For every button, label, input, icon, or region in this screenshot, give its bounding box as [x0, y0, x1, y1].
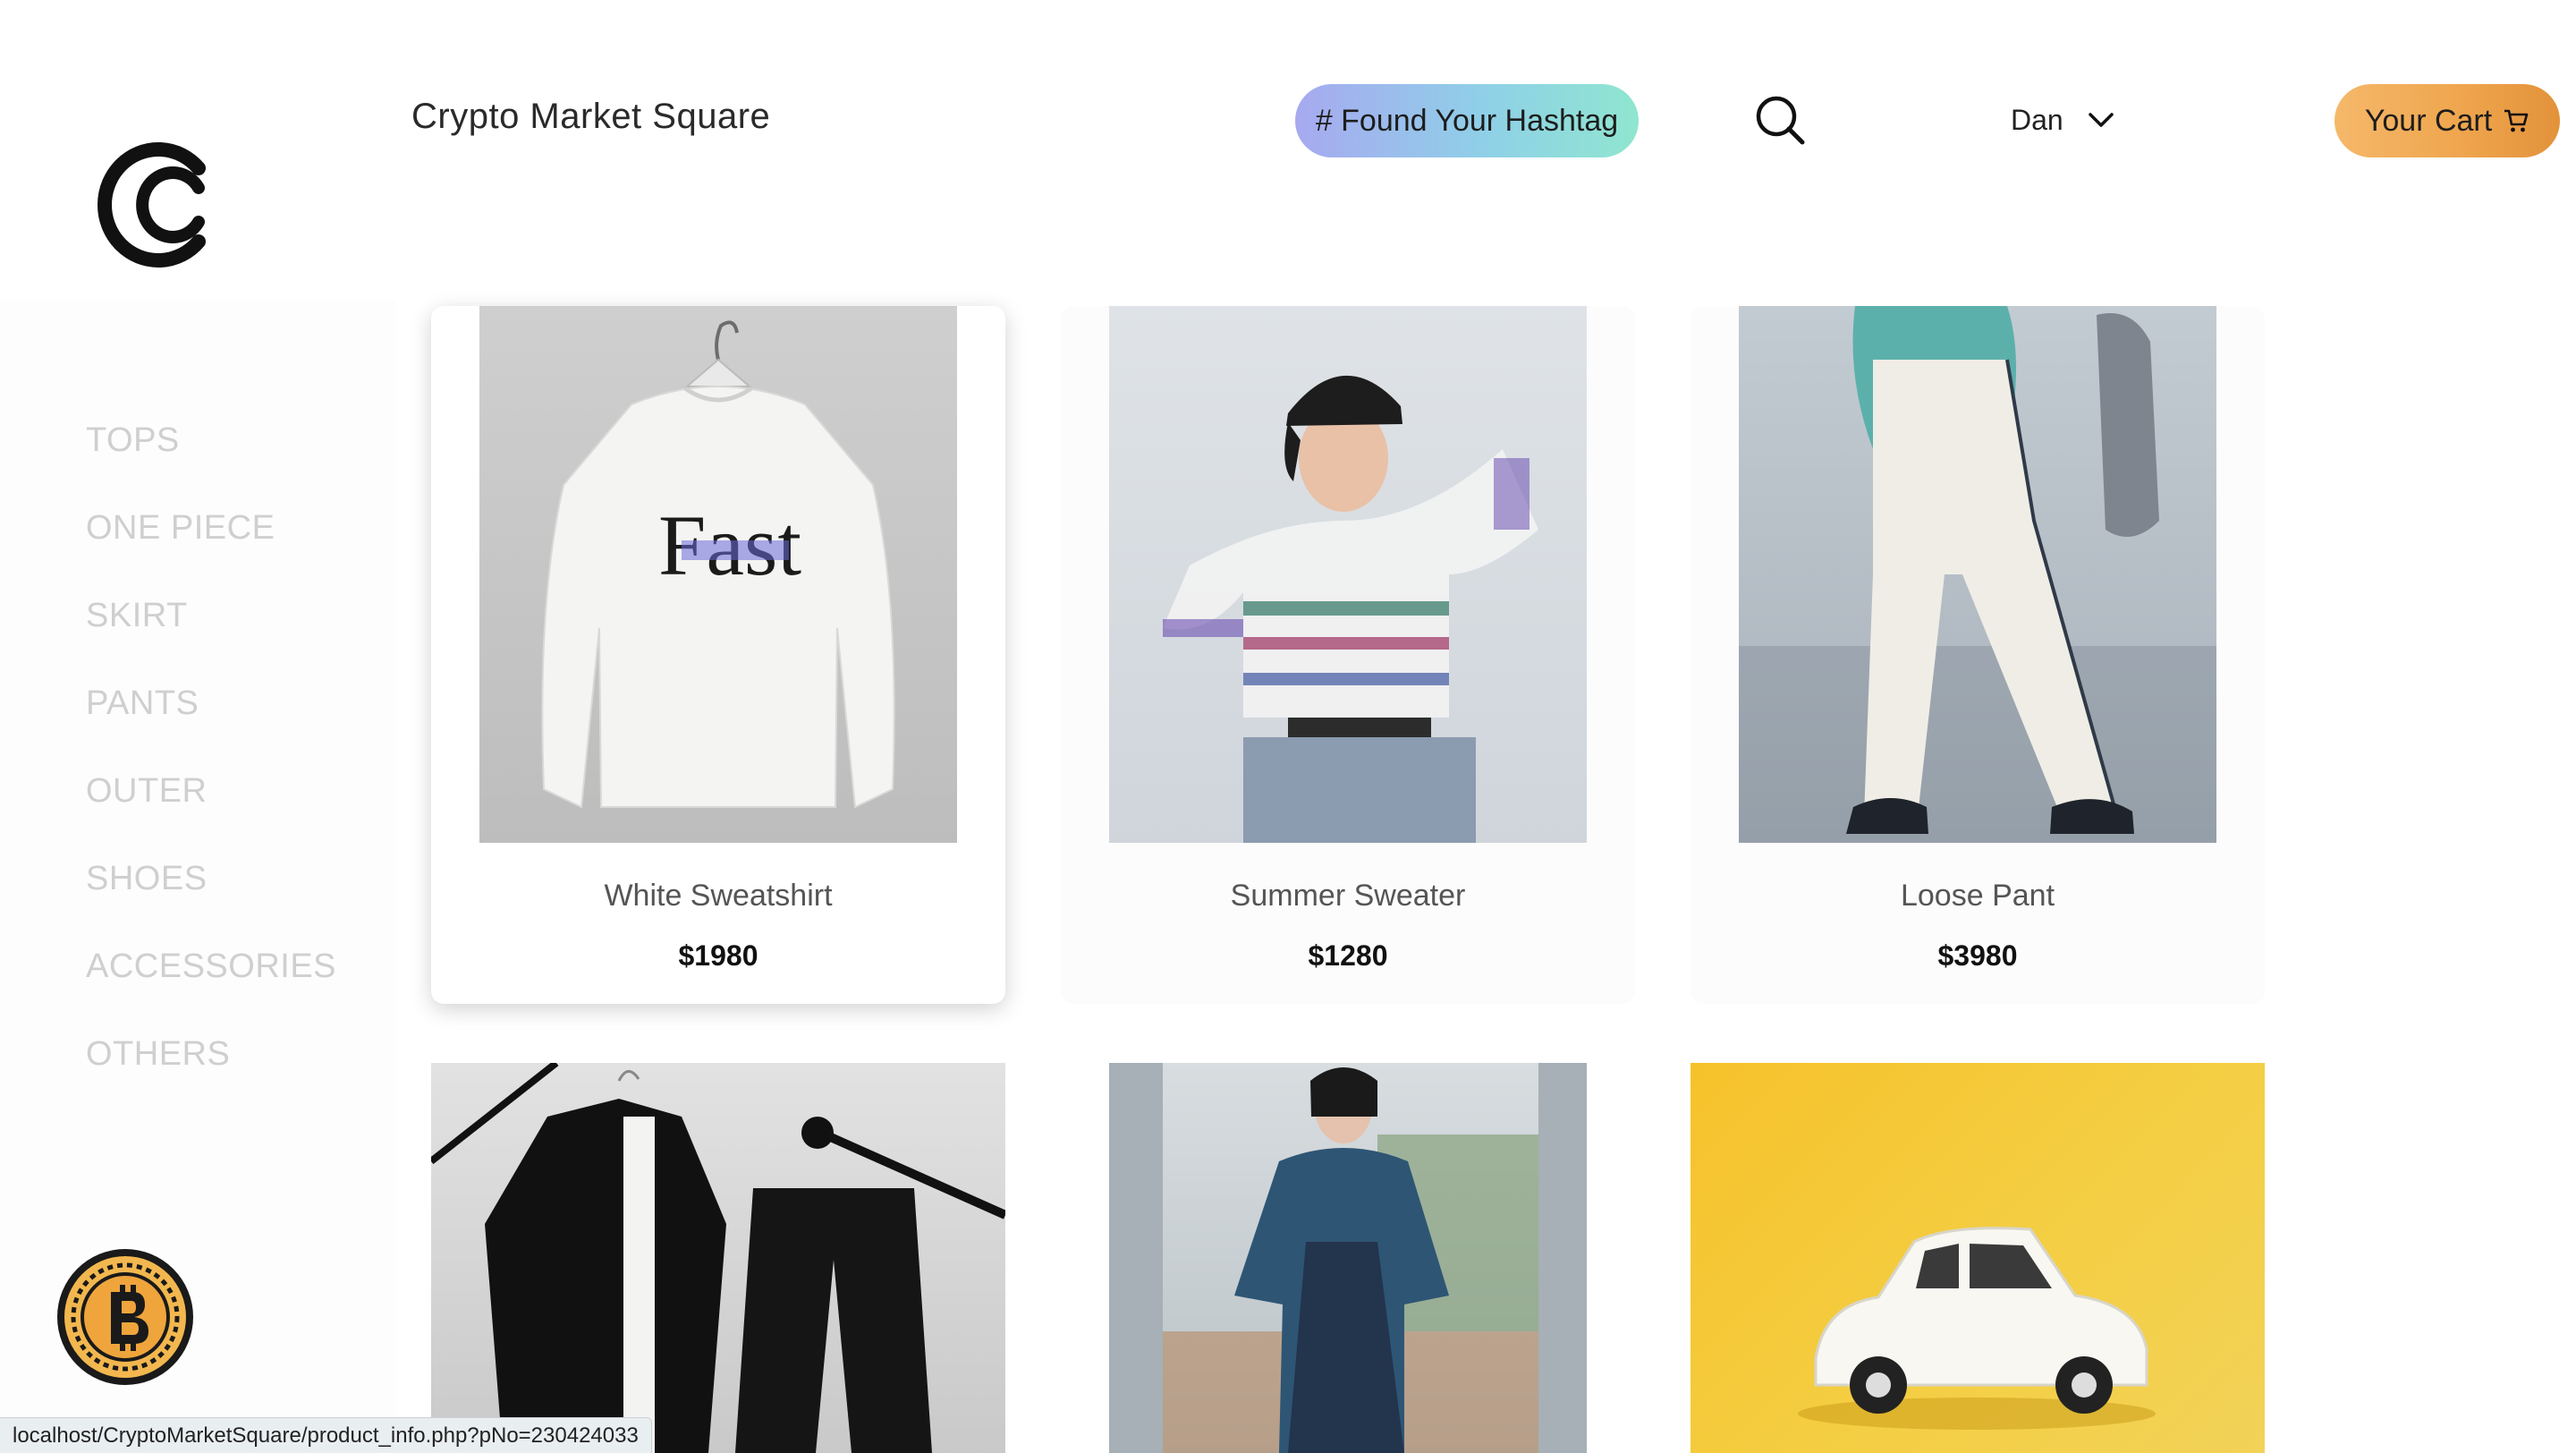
product-image-white-sweatshirt[interactable]: Fast	[479, 306, 957, 843]
product-name: Loose Pant	[1900, 879, 2055, 913]
user-name: Dan	[2011, 103, 2063, 136]
product-card[interactable]: Fast White Sweatshirt $1980	[431, 306, 1005, 1004]
product-image-blue-dress[interactable]	[1109, 1063, 1587, 1453]
product-name: Summer Sweater	[1230, 879, 1466, 913]
category-skirt[interactable]: SKIRT	[86, 594, 336, 682]
category-list: TOPS ONE PIECE SKIRT PANTS OUTER SHOES A…	[86, 419, 336, 1120]
category-one-piece[interactable]: ONE PIECE	[86, 506, 336, 594]
product-image-toy-car[interactable]	[1690, 1063, 2265, 1453]
search-icon[interactable]	[1753, 93, 1807, 147]
category-outer[interactable]: OUTER	[86, 769, 336, 857]
product-card[interactable]: Summer Sweater $1280	[1061, 306, 1635, 1004]
cart-button[interactable]: Your Cart	[2334, 84, 2560, 157]
link-status-bar: localhost/CryptoMarketSquare/product_inf…	[0, 1417, 652, 1453]
category-tops[interactable]: TOPS	[86, 419, 336, 506]
product-image-loose-pant[interactable]	[1739, 306, 2216, 843]
product-image-black-set[interactable]	[431, 1063, 1005, 1453]
brand-title[interactable]: Crypto Market Square	[411, 97, 770, 137]
category-pants[interactable]: PANTS	[86, 682, 336, 769]
category-others[interactable]: OTHERS	[86, 1032, 336, 1120]
cart-button-label: Your Cart	[2364, 103, 2493, 138]
product-price: $1980	[678, 939, 758, 972]
product-price: $3980	[1937, 939, 2018, 972]
cart-icon	[2504, 109, 2529, 132]
chevron-down-icon	[2088, 113, 2114, 127]
crypto-market-logo[interactable]	[93, 132, 227, 276]
category-accessories[interactable]: ACCESSORIES	[86, 945, 336, 1032]
bitcoin-coin-icon[interactable]	[54, 1245, 197, 1389]
user-menu[interactable]: Dan	[2011, 97, 2117, 143]
hashtag-button[interactable]: # Found Your Hashtag	[1295, 84, 1639, 157]
product-image-summer-sweater[interactable]	[1109, 306, 1587, 843]
product-name: White Sweatshirt	[604, 879, 833, 913]
product-card[interactable]: Loose Pant $3980	[1690, 306, 2265, 1004]
product-price: $1280	[1308, 939, 1388, 972]
category-shoes[interactable]: SHOES	[86, 857, 336, 945]
